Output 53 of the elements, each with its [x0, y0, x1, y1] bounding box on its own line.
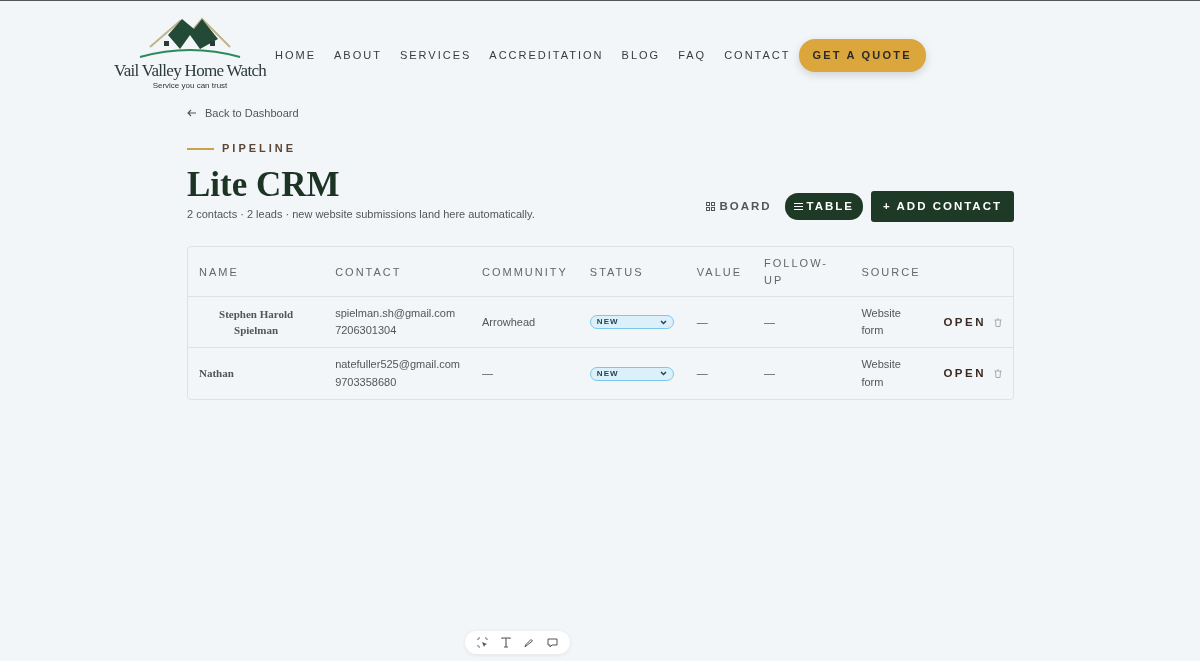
- nav-link[interactable]: ACCREDITATION: [489, 47, 604, 64]
- contact-name: Nathan: [188, 347, 325, 399]
- arrow-left-icon: [187, 108, 197, 119]
- nav-link[interactable]: FAQ: [678, 47, 707, 64]
- nav-link[interactable]: CONTACT: [724, 47, 791, 64]
- trash-icon[interactable]: [994, 317, 1002, 327]
- section-eyebrow: PIPELINE: [222, 141, 297, 157]
- brand-name: Vail Valley Home Watch: [112, 61, 268, 82]
- view-tab[interactable]: TABLE: [784, 193, 864, 221]
- chevron-down-icon: [659, 319, 667, 325]
- trash-icon[interactable]: [994, 369, 1002, 378]
- phone-text: 9703358680: [335, 374, 398, 390]
- comment-icon[interactable]: [547, 637, 558, 648]
- column-header: NAME: [188, 247, 325, 297]
- nav-link[interactable]: SERVICES: [399, 47, 472, 64]
- open-button[interactable]: OPEN: [943, 313, 986, 331]
- phone-text: 7206301304: [335, 323, 398, 339]
- column-header: FOLLOW-UP: [753, 247, 851, 297]
- email-text: spielman.sh@gmail.com: [335, 306, 457, 322]
- nav-link[interactable]: HOME: [275, 47, 316, 64]
- status-select[interactable]: NEW: [589, 315, 674, 330]
- grid-icon: [706, 202, 716, 212]
- view-tab[interactable]: BOARD: [697, 193, 781, 221]
- value-cell: —: [685, 296, 754, 348]
- nav-link[interactable]: BLOG: [621, 47, 661, 64]
- column-header: VALUE: [685, 247, 754, 297]
- source-cell: Website form: [850, 296, 933, 348]
- get-quote-button[interactable]: GET A QUOTE: [798, 39, 926, 72]
- column-header: COMMUNITY: [471, 247, 579, 297]
- follow-up-cell: —: [753, 347, 851, 399]
- column-header: CONTACT: [324, 247, 472, 297]
- add-contact-button[interactable]: + ADD CONTACT: [871, 191, 1014, 223]
- column-header: SOURCE: [850, 247, 933, 297]
- email-text: natefuller525@gmail.com: [335, 357, 461, 373]
- back-link[interactable]: Back to Dashboard: [187, 105, 299, 122]
- contact-name: Stephen Harold Spielman: [188, 296, 325, 348]
- community-cell: Arrowhead: [471, 296, 579, 348]
- nav-link[interactable]: ABOUT: [334, 47, 382, 64]
- community-cell: —: [471, 347, 579, 399]
- page-title: Lite CRM: [187, 166, 341, 202]
- text-tool-icon[interactable]: [501, 637, 511, 648]
- brand-tagline: Service you can trust: [151, 81, 229, 91]
- list-icon: [793, 202, 803, 212]
- follow-up-cell: —: [753, 296, 851, 348]
- select-icon[interactable]: [477, 637, 488, 648]
- pencil-icon[interactable]: [524, 637, 534, 648]
- source-cell: Website form: [850, 347, 933, 399]
- summary-text: 2 contacts · 2 leads · new website submissions land here automatically.: [187, 206, 535, 222]
- value-cell: —: [685, 347, 754, 399]
- status-select[interactable]: NEW: [589, 366, 674, 381]
- column-header: STATUS: [578, 247, 686, 297]
- chevron-down-icon: [659, 371, 667, 376]
- open-button[interactable]: OPEN: [943, 364, 986, 383]
